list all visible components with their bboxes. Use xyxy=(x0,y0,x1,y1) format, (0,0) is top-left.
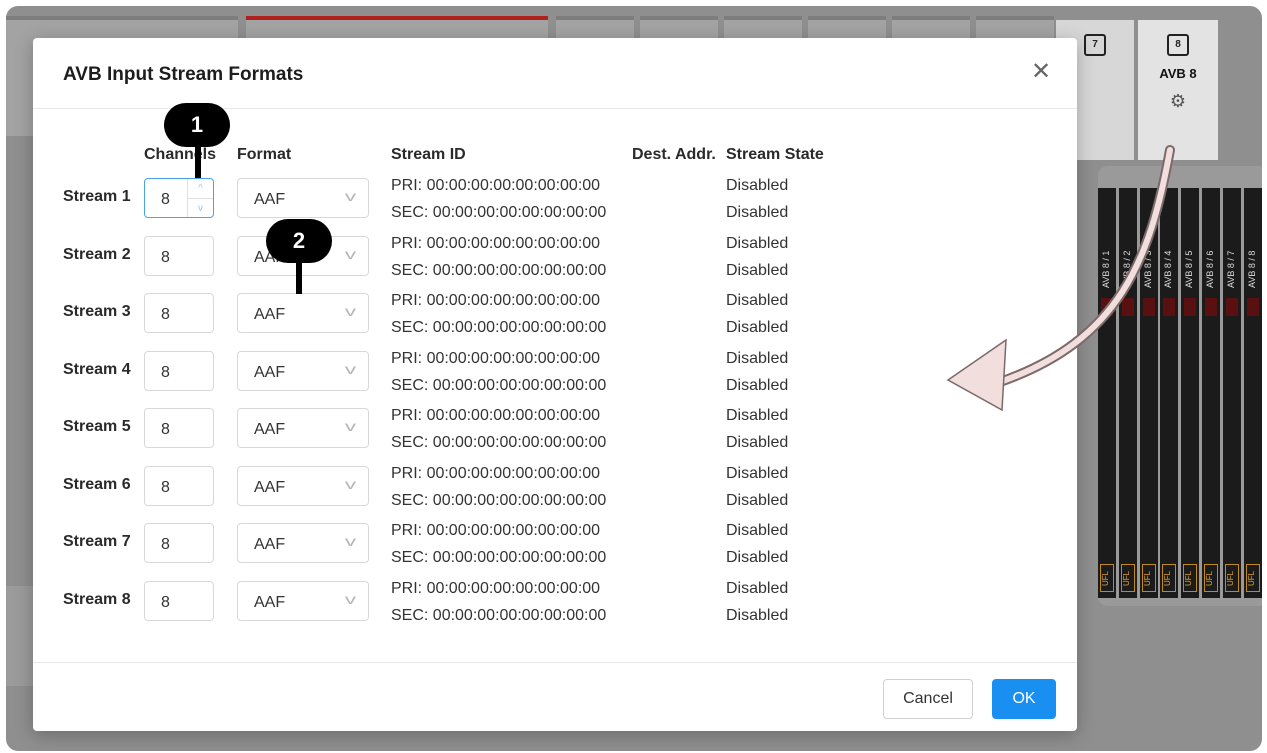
pointer-arrow xyxy=(946,145,1175,412)
arrow-head xyxy=(946,338,1007,412)
